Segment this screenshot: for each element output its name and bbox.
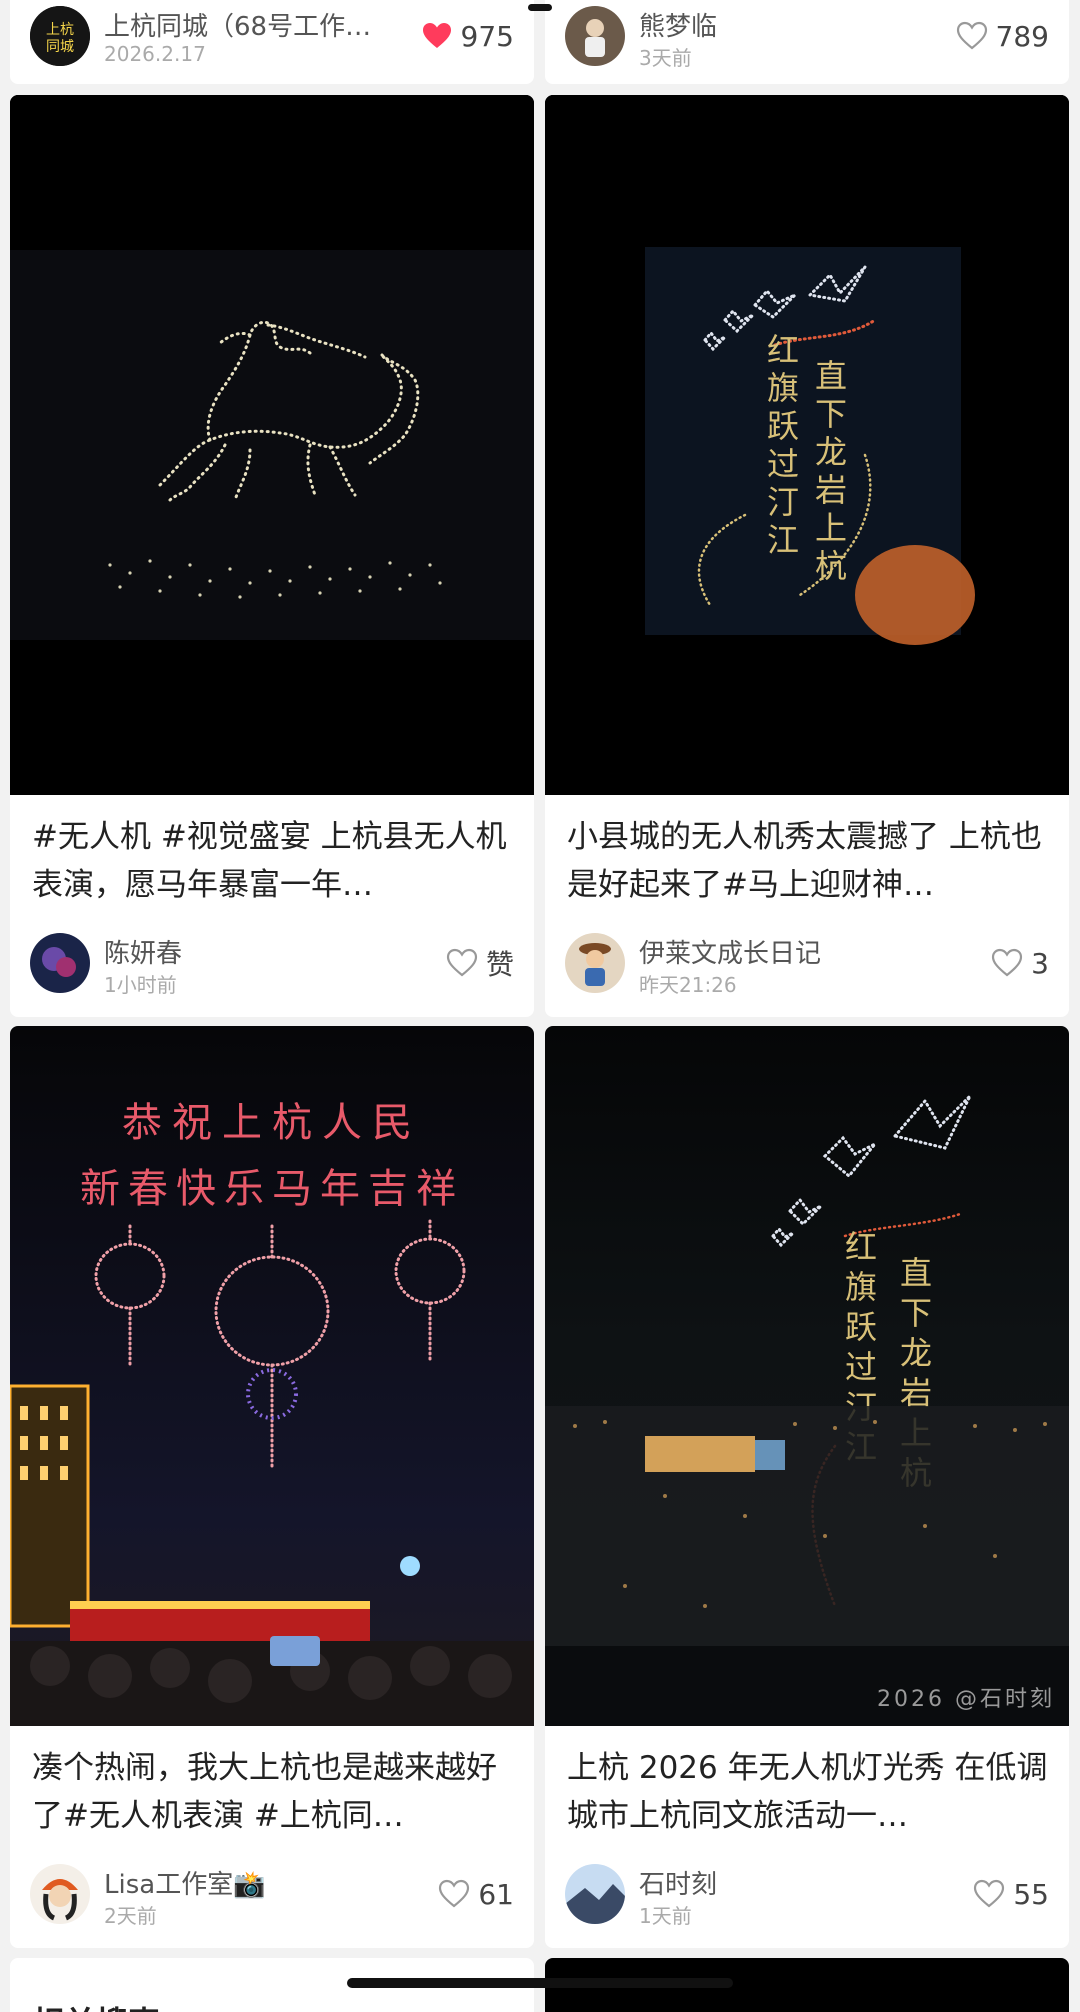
author-name[interactable]: 石时刻 xyxy=(639,1864,717,1901)
post-time: 昨天21:26 xyxy=(639,973,737,997)
like-button[interactable]: 55 xyxy=(973,1874,1049,1914)
author-row[interactable]: 石时刻 1天前 55 xyxy=(565,1864,1049,1928)
post-card[interactable]: 红 旗 跃 过 汀 江 直 下 龙 岩 上 杭 xyxy=(545,1026,1069,1948)
drone-char: 直 xyxy=(900,1254,932,1292)
drone-char: 过 xyxy=(767,445,799,483)
drone-char: 下 xyxy=(900,1294,932,1332)
author-row[interactable]: 熊梦临 3天前 789 xyxy=(565,6,1049,70)
heart-outline-icon xyxy=(446,948,478,977)
post-card[interactable]: #无人机 #视觉盛宴 上杭县无人机表演，愿马年暴富一年… 陈妍春 1小时前 赞 xyxy=(10,95,534,1017)
post-time: 2026.2.17 xyxy=(104,42,206,66)
post-title[interactable]: 上杭 2026 年无人机灯光秀 在低调城市上杭同文旅活动一… xyxy=(567,1744,1051,1840)
post-time: 3天前 xyxy=(639,46,692,70)
avatar[interactable] xyxy=(30,1864,90,1924)
post-time: 2天前 xyxy=(104,1904,157,1928)
heart-outline-icon xyxy=(956,21,987,50)
drone-char: 红 xyxy=(767,331,799,369)
drone-char: 旗 xyxy=(845,1268,877,1306)
post-time: 1天前 xyxy=(639,1904,692,1928)
heart-outline-icon xyxy=(439,1879,470,1908)
post-card[interactable]: 恭祝上杭人民 新春快乐马年吉祥 凑个热闹，我大上杭也是越来越好了#无人机表演 #… xyxy=(10,1026,534,1948)
banner-line-1: 恭祝上杭人民 xyxy=(122,1100,422,1146)
like-button[interactable]: 975 xyxy=(421,16,514,56)
avatar-logo-text-1: 上杭 xyxy=(46,22,74,38)
avatar[interactable] xyxy=(565,933,625,993)
author-name[interactable]: 伊莱文成长日记 xyxy=(639,933,821,970)
like-button[interactable]: 789 xyxy=(956,16,1049,56)
author-row[interactable]: 上杭 同城 上杭同城（68号工作… 2026.2.17 975 xyxy=(30,6,514,68)
post-image[interactable] xyxy=(10,95,534,795)
drone-char: 龙 xyxy=(815,433,847,471)
post-title[interactable]: 小县城的无人机秀太震撼了 上杭也是好起来了#马上迎财神… xyxy=(567,813,1051,909)
drone-char: 红 xyxy=(845,1228,877,1266)
like-button[interactable]: 61 xyxy=(438,1874,514,1914)
post-title[interactable]: 凑个热闹，我大上杭也是越来越好了#无人机表演 #上杭同… xyxy=(32,1744,516,1840)
drone-char: 跃 xyxy=(845,1308,877,1346)
post-card[interactable]: 红 旗 跃 过 汀 江 直 下 龙 岩 上 杭 小县城的无人机秀太震撼了 上杭也… xyxy=(545,95,1069,1017)
drone-char: 汀 xyxy=(767,483,799,521)
drone-char: 跃 xyxy=(767,407,799,445)
drone-char: 旗 xyxy=(767,369,799,407)
like-button[interactable]: 3 xyxy=(991,943,1049,983)
post-image[interactable]: 红 旗 跃 过 汀 江 直 下 龙 岩 上 杭 xyxy=(545,1026,1069,1726)
post-time: 1小时前 xyxy=(104,973,177,997)
drone-char: 岩 xyxy=(815,471,847,509)
like-count: 975 xyxy=(460,19,514,53)
like-count: 61 xyxy=(478,1877,514,1911)
heart-outline-icon xyxy=(992,948,1023,977)
drone-char: 杭 xyxy=(815,547,847,585)
status-bar-pill xyxy=(528,4,552,11)
like-count: 3 xyxy=(1031,946,1049,980)
author-name[interactable]: 上杭同城（68号工作… xyxy=(104,6,371,43)
avatar-logo-text-2: 同城 xyxy=(46,39,74,55)
like-count: 赞 xyxy=(485,948,514,981)
like-count: 789 xyxy=(995,19,1049,53)
post-title[interactable]: #无人机 #视觉盛宴 上杭县无人机表演，愿马年暴富一年… xyxy=(32,813,516,909)
like-button[interactable]: 赞 xyxy=(446,943,514,983)
banner-line-2: 新春快乐马年吉祥 xyxy=(80,1166,464,1212)
like-count: 55 xyxy=(1013,1877,1049,1911)
avatar[interactable] xyxy=(30,933,90,993)
drone-char: 江 xyxy=(767,521,799,559)
drone-char: 过 xyxy=(845,1348,877,1386)
author-row[interactable]: 伊莱文成长日记 昨天21:26 3 xyxy=(565,933,1049,997)
home-indicator[interactable] xyxy=(347,1978,733,1988)
drone-char: 直 xyxy=(815,357,847,395)
related-search-title: 相关搜索 xyxy=(32,1998,160,2012)
avatar[interactable] xyxy=(565,1864,625,1924)
avatar[interactable]: 上杭 同城 xyxy=(30,6,90,66)
drone-char: 龙 xyxy=(900,1334,932,1372)
drone-char: 上 xyxy=(815,509,847,547)
post-card[interactable]: 熊梦临 3天前 789 xyxy=(545,0,1069,84)
author-row[interactable]: 陈妍春 1小时前 赞 xyxy=(30,933,514,997)
image-watermark: 2026 @石时刻 xyxy=(877,1687,1055,1712)
avatar[interactable] xyxy=(565,6,625,66)
author-row[interactable]: Lisa工作室📸 2天前 61 xyxy=(30,1864,514,1928)
heart-outline-icon xyxy=(974,1879,1005,1908)
post-card[interactable]: 上杭 同城 上杭同城（68号工作… 2026.2.17 975 xyxy=(10,0,534,84)
heart-filled-icon xyxy=(422,23,451,48)
author-name[interactable]: 熊梦临 xyxy=(639,6,717,43)
drone-char: 下 xyxy=(815,395,847,433)
post-image[interactable]: 红 旗 跃 过 汀 江 直 下 龙 岩 上 杭 xyxy=(545,95,1069,795)
post-image[interactable]: 恭祝上杭人民 新春快乐马年吉祥 xyxy=(10,1026,534,1726)
author-name[interactable]: 陈妍春 xyxy=(104,933,182,970)
author-name[interactable]: Lisa工作室📸 xyxy=(104,1864,266,1901)
